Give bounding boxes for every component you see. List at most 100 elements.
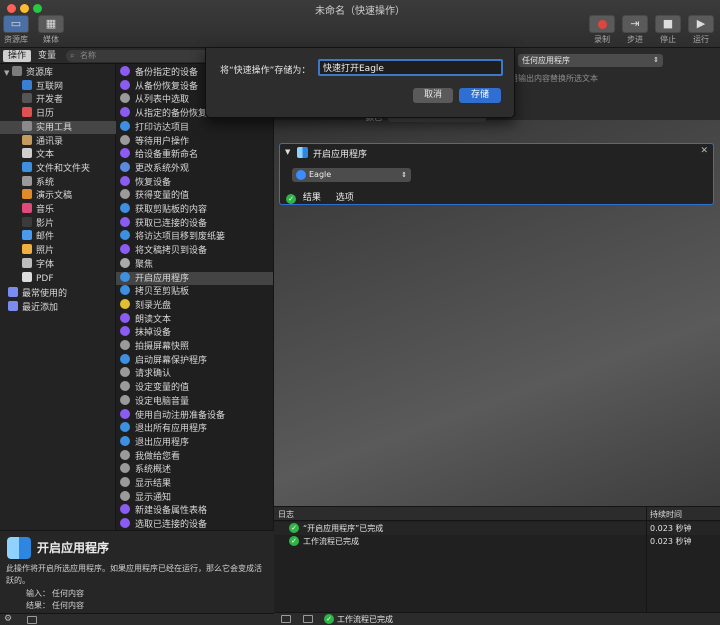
action-icon [120, 66, 130, 76]
close-icon[interactable]: ✕ [700, 146, 708, 156]
action-list-item[interactable]: 使用自动注册准备设备 [116, 408, 273, 423]
action-list-item[interactable]: 请求确认 [116, 367, 273, 381]
action-list-item[interactable]: 等待用户操作 [116, 134, 273, 149]
sidebar-item-label: 最近添加 [22, 302, 59, 313]
action-list-item[interactable]: 将文稿拷贝到设备 [116, 244, 273, 258]
sidebar-item-label: 字体 [36, 259, 55, 270]
sidebar-item[interactable]: 通讯录 [0, 134, 116, 149]
action-list-item[interactable]: 获得变量的值 [116, 189, 273, 203]
action-list-item[interactable]: 恢复设备 [116, 175, 273, 190]
sidebar-item-label: 文本 [36, 150, 55, 161]
sidebar-item[interactable]: 开发者 [0, 93, 116, 107]
duration-column-header[interactable]: 持续时间 [650, 509, 682, 520]
log-row[interactable]: ✓ 工作流程已完成 0.023 秒钟 [274, 535, 720, 548]
action-label: 将访达项目移到废纸篓 [135, 232, 226, 243]
action-list-item[interactable]: 拍摄屏幕快照 [116, 340, 273, 354]
sidebar-item[interactable]: 演示文稿 [0, 189, 116, 203]
tab-actions[interactable]: 操作 [3, 50, 32, 62]
action-list-item[interactable]: 我做给您看 [116, 449, 273, 464]
checkmark-icon: ✓ [289, 536, 299, 546]
variables-view-icon[interactable] [303, 615, 313, 623]
action-label: 获取剪贴板的内容 [135, 205, 208, 215]
run-button[interactable]: ▶ [688, 15, 714, 33]
sidebar-item[interactable]: 最常使用的 [0, 287, 116, 301]
sidebar-item[interactable]: 字体 [0, 257, 116, 272]
action-list-item[interactable]: 系统概述 [116, 463, 273, 477]
action-list-item[interactable]: 获取剪贴板的内容 [116, 203, 273, 217]
record-button[interactable] [589, 15, 615, 33]
tab-results[interactable]: 结果 [303, 193, 321, 203]
action-list-item[interactable]: 退出应用程序 [116, 435, 273, 450]
action-list-item[interactable]: 新建设备属性表格 [116, 504, 273, 518]
action-list-item[interactable]: 设定变量的值 [116, 381, 273, 395]
sidebar-item-label: 系统 [36, 177, 55, 188]
sidebar-item-label: 资源库 [26, 68, 54, 78]
disclosure-triangle-icon[interactable]: ▼ [285, 148, 290, 156]
sidebar-item[interactable]: 邮件 [0, 230, 116, 244]
sidebar-item[interactable]: ▼ 资源库 [0, 66, 116, 80]
tab-options[interactable]: 选项 [336, 193, 354, 203]
replace-text-option[interactable]: 用输出内容替换所选文本 [510, 73, 598, 84]
sidebar-item[interactable]: 实用工具 [0, 120, 116, 135]
save-button[interactable]: 存储 [459, 88, 501, 103]
action-card-open-app[interactable]: ▼ 开启应用程序 ✕ Eagle ⇕ ✓ 结果 选项 [279, 143, 714, 205]
action-list-item[interactable]: 显示通知 [116, 490, 273, 505]
save-name-input[interactable] [318, 59, 503, 76]
search-input[interactable]: ⌕ 名称 [66, 50, 216, 62]
action-label: 显示通知 [135, 492, 172, 503]
sidebar-item[interactable]: 日历 [0, 107, 116, 121]
action-list-item[interactable]: 聚焦 [116, 257, 273, 272]
description-text: 此操作将开启所选应用程序。如果应用程序已经在运行，那么它会变成活跃的。 [6, 564, 262, 585]
step-label: 步进 [627, 35, 643, 44]
tab-variables[interactable]: 变量 [33, 50, 61, 62]
action-label: 获取已连接的设备 [135, 218, 208, 229]
cancel-button[interactable]: 取消 [413, 88, 453, 103]
media-button[interactable]: ▦ [38, 15, 64, 33]
search-placeholder: 名称 [80, 51, 96, 60]
action-list-item[interactable]: 设定电脑音量 [116, 394, 273, 409]
sidebar-item[interactable]: 系统 [0, 175, 116, 190]
sidebar-item[interactable]: PDF [0, 271, 116, 286]
action-list-item[interactable]: 选取已连接的设备 [116, 518, 273, 530]
log-column-header[interactable]: 日志 [278, 509, 294, 520]
application-select[interactable]: Eagle ⇕ [292, 168, 411, 182]
log-panel: 日志 持续时间 ✓ “开启应用程序”已完成 0.023 秒钟 ✓ 工作流程已完成 0.02… [274, 506, 720, 613]
toggle-description-icon[interactable] [27, 616, 37, 624]
action-list-item[interactable]: 打印访达项目 [116, 120, 273, 135]
receive-app-select[interactable]: 任何应用程序 ⇕ [518, 54, 663, 67]
action-label: 拍摄屏幕快照 [135, 342, 190, 352]
action-list-item[interactable]: 更改系统外观 [116, 161, 273, 176]
sidebar-item[interactable]: 影片 [0, 216, 116, 231]
action-icon [120, 93, 130, 104]
action-list-item[interactable]: 获取已连接的设备 [116, 216, 273, 231]
sidebar-item[interactable]: 互联网 [0, 79, 116, 94]
action-list-item[interactable]: 拷贝至剪贴板 [116, 285, 273, 299]
sidebar-item[interactable]: 文本 [0, 148, 116, 162]
log-row[interactable]: ✓ “开启应用程序”已完成 0.023 秒钟 [274, 522, 720, 535]
step-button[interactable]: ⇥ [622, 15, 648, 33]
action-list-item[interactable]: 抹掉设备 [116, 326, 273, 340]
category-icon [22, 148, 32, 159]
action-list-item[interactable]: 刻录光盘 [116, 298, 273, 313]
library-toggle-button[interactable]: ▭ [3, 15, 29, 33]
sidebar-item[interactable]: 音乐 [0, 203, 116, 217]
action-icon [120, 408, 130, 419]
action-label: 抹掉设备 [135, 328, 172, 339]
action-list-item[interactable]: 开启应用程序 [116, 271, 273, 286]
stop-button[interactable]: ■ [655, 15, 681, 33]
action-list-item[interactable]: 退出所有应用程序 [116, 422, 273, 436]
step-icon: ⇥ [630, 17, 640, 30]
action-label: 使用自动注册准备设备 [135, 410, 226, 421]
disclosure-triangle-icon[interactable]: ▼ [4, 67, 12, 81]
action-icon [120, 161, 130, 172]
action-list-item[interactable]: 将访达项目移到废纸篓 [116, 230, 273, 244]
log-view-icon[interactable] [281, 615, 291, 623]
gear-icon[interactable]: ⚙ [4, 614, 12, 624]
action-list-item[interactable]: 显示结果 [116, 477, 273, 491]
sidebar-item[interactable]: 文件和文件夹 [0, 161, 116, 176]
action-list-item[interactable]: 给设备重新命名 [116, 148, 273, 162]
sidebar-item[interactable]: 照片 [0, 244, 116, 258]
action-list-item[interactable]: 启动屏幕保护程序 [116, 353, 273, 368]
sidebar-item[interactable]: 最近添加 [0, 300, 116, 315]
action-list-item[interactable]: 朗读文本 [116, 312, 273, 327]
